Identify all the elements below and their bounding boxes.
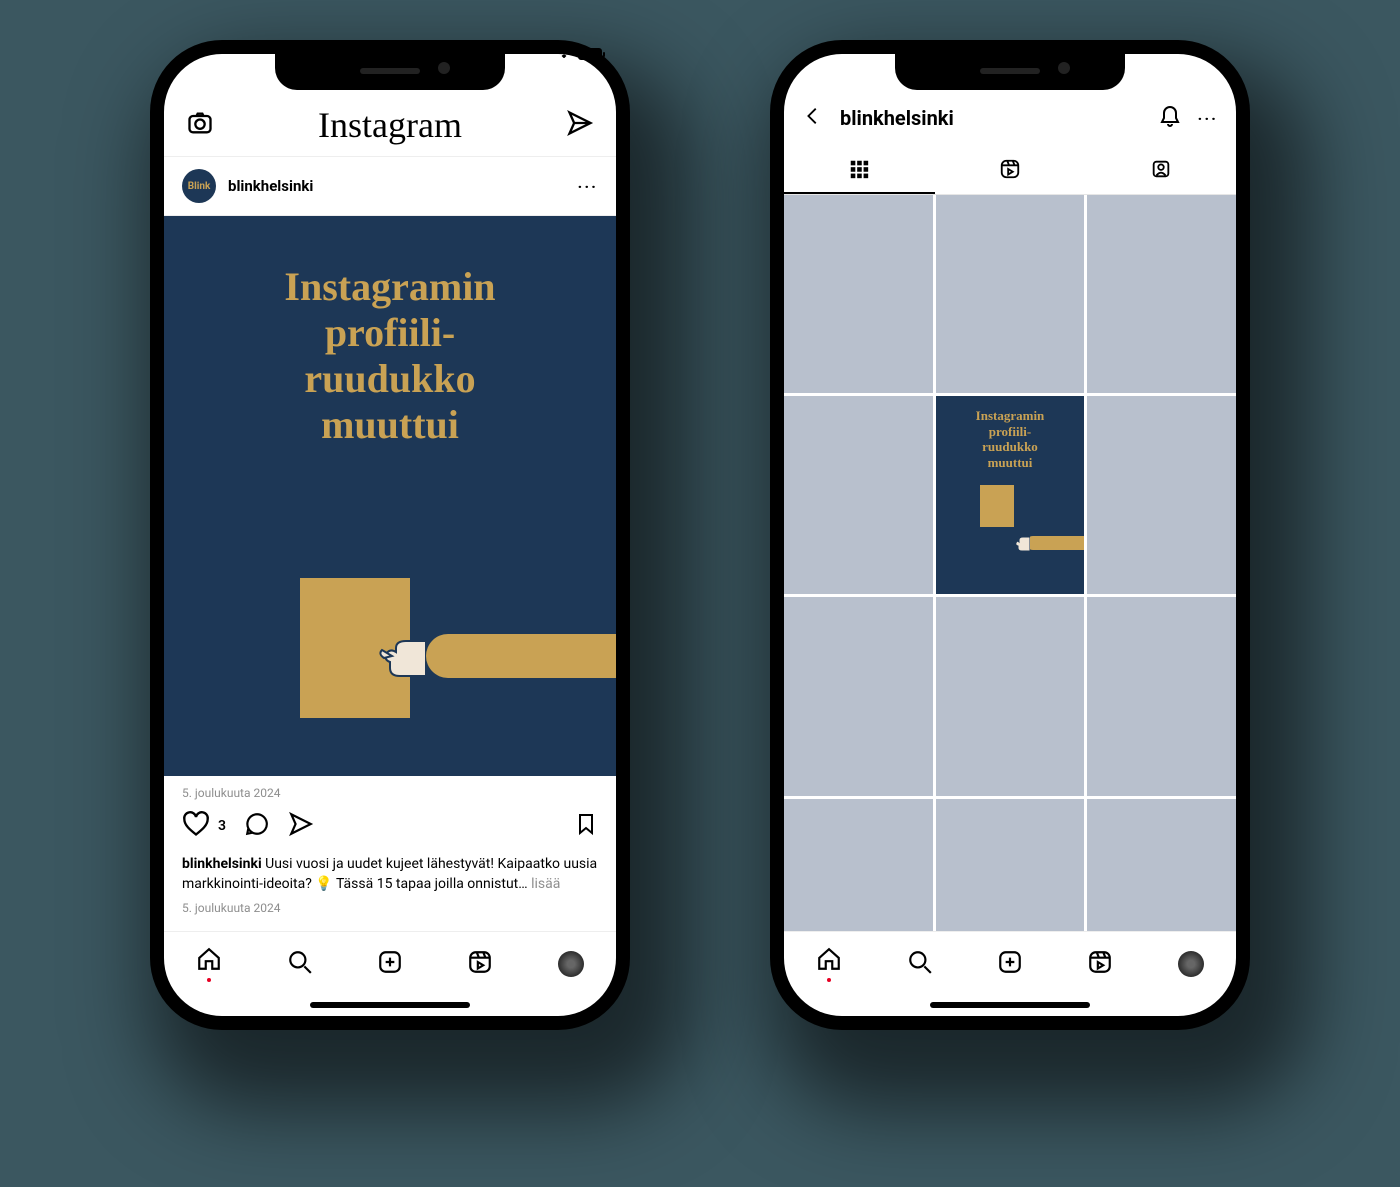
phone-notch	[895, 54, 1125, 90]
grid-text-line: ruudukko	[976, 439, 1045, 455]
bell-icon[interactable]	[1158, 104, 1182, 132]
send-icon[interactable]	[566, 109, 594, 141]
grid-tile[interactable]	[1087, 396, 1236, 594]
nav-reels[interactable]	[467, 949, 493, 979]
heart-icon[interactable]	[182, 810, 210, 842]
avatar[interactable]: Blink	[182, 169, 216, 203]
nav-home[interactable]	[196, 946, 222, 982]
grid-tile[interactable]	[1087, 799, 1236, 931]
post-image-line: muuttui	[164, 402, 616, 448]
post-actions: 3	[164, 806, 616, 846]
grid-tile[interactable]	[784, 799, 933, 931]
phone-profile: blinkhelsinki ··· Instagramin profiili- …	[770, 40, 1250, 1030]
home-indicator[interactable]	[930, 1002, 1090, 1008]
post-image-line: Instagramin	[164, 264, 616, 310]
grid-tile-featured[interactable]: Instagramin profiili- ruudukko muuttui	[936, 396, 1085, 594]
nav-search[interactable]	[287, 949, 313, 979]
grid-tile[interactable]	[936, 799, 1085, 931]
tab-reels[interactable]	[935, 146, 1086, 194]
illustration-arm	[1026, 536, 1084, 550]
caption-username[interactable]: blinkhelsinki	[182, 856, 262, 872]
grid-text-line: profiili-	[976, 424, 1045, 440]
grid-tile[interactable]	[784, 195, 933, 393]
post-image-text: Instagramin profiili- ruudukko muuttui	[164, 216, 616, 448]
post-image-line: ruudukko	[164, 356, 616, 402]
post-username[interactable]: blinkhelsinki	[228, 177, 313, 195]
post-image-line: profiili-	[164, 310, 616, 356]
profile-grid: Instagramin profiili- ruudukko muuttui	[784, 195, 1236, 931]
nav-add[interactable]	[377, 949, 403, 979]
grid-tile[interactable]	[784, 597, 933, 795]
phone-feed: Instagram Blink blinkhelsinki ··· Instag…	[150, 40, 630, 1030]
hand-icon	[378, 626, 426, 686]
post-caption[interactable]: blinkhelsinki Uusi vuosi ja uudet kujeet…	[164, 846, 616, 897]
comment-icon[interactable]	[244, 811, 270, 841]
illustration-box	[980, 485, 1014, 527]
nav-profile[interactable]	[1178, 951, 1204, 977]
more-icon[interactable]: ···	[578, 177, 598, 196]
grid-tile[interactable]	[936, 597, 1085, 795]
share-icon[interactable]	[288, 811, 314, 841]
grid-tile[interactable]	[784, 396, 933, 594]
home-indicator[interactable]	[310, 1002, 470, 1008]
grid-tile-text: Instagramin profiili- ruudukko muuttui	[976, 408, 1045, 470]
post-header[interactable]: Blink blinkhelsinki ···	[164, 156, 616, 216]
status-bar	[556, 46, 602, 62]
nav-home[interactable]	[816, 946, 842, 982]
grid-tile[interactable]	[1087, 195, 1236, 393]
nav-add[interactable]	[997, 949, 1023, 979]
nav-profile[interactable]	[558, 951, 584, 977]
profile-thumb-icon	[1178, 951, 1204, 977]
post-date: 5. joulukuuta 2024	[164, 776, 616, 806]
phone-notch	[275, 54, 505, 90]
post-image[interactable]: Instagramin profiili- ruudukko muuttui	[164, 216, 616, 776]
illustration-arm	[378, 626, 616, 686]
nav-reels[interactable]	[1087, 949, 1113, 979]
wifi-icon	[556, 46, 572, 62]
tab-tagged[interactable]	[1085, 146, 1236, 194]
bookmark-icon[interactable]	[574, 811, 598, 841]
grid-tile[interactable]	[1087, 597, 1236, 795]
profile-thumb-icon	[558, 951, 584, 977]
back-icon[interactable]	[802, 105, 824, 131]
post-date-2: 5. joulukuuta 2024	[164, 897, 616, 923]
hand-icon	[1014, 532, 1030, 554]
profile-username[interactable]: blinkhelsinki	[840, 106, 954, 130]
tab-grid[interactable]	[784, 146, 935, 194]
app-logo: Instagram	[318, 104, 462, 146]
battery-icon	[578, 48, 602, 60]
nav-search[interactable]	[907, 949, 933, 979]
more-icon[interactable]: ···	[1198, 109, 1218, 128]
grid-tile[interactable]	[936, 195, 1085, 393]
like-count: 3	[218, 818, 226, 834]
grid-text-line: muuttui	[976, 455, 1045, 471]
camera-icon[interactable]	[186, 109, 214, 141]
caption-more[interactable]: lisää	[531, 876, 560, 892]
grid-text-line: Instagramin	[976, 408, 1045, 424]
profile-tabs	[784, 146, 1236, 195]
